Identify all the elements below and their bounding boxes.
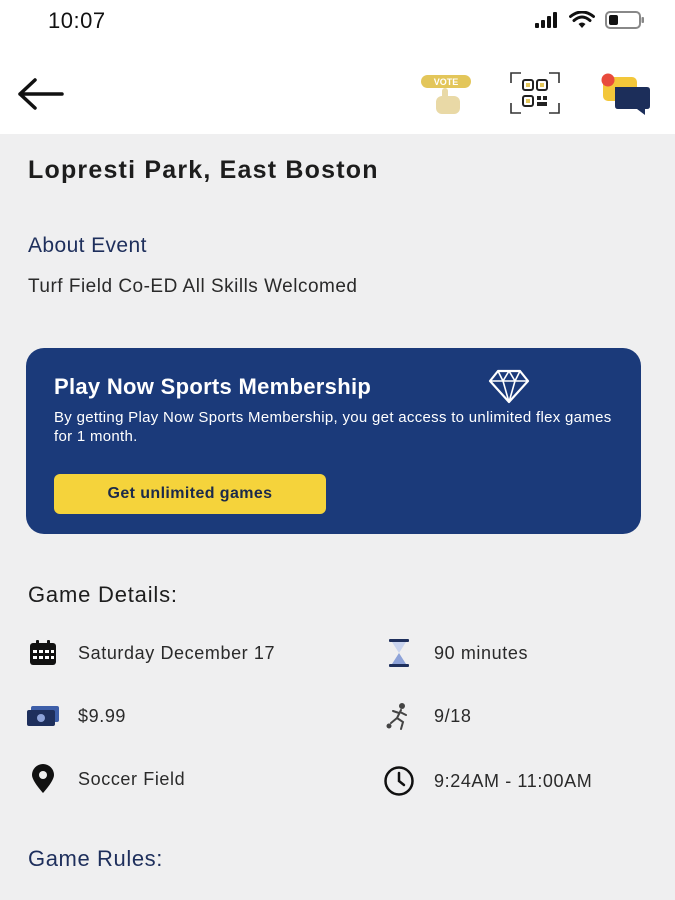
get-unlimited-games-button[interactable]: Get unlimited games	[54, 474, 326, 514]
vote-icon: VOTE	[421, 75, 471, 114]
status-icons	[535, 10, 645, 30]
about-heading: About Event	[28, 234, 147, 257]
back-button[interactable]	[14, 72, 66, 116]
qr-code-icon	[510, 72, 560, 114]
membership-title: Play Now Sports Membership	[54, 374, 372, 399]
vote-button[interactable]: VOTE	[416, 66, 476, 120]
detail-location-text: Soccer Field	[78, 768, 186, 789]
detail-duration-text: 90 minutes	[434, 642, 529, 663]
game-rules-heading: Game Rules:	[28, 846, 163, 871]
about-text: Turf Field Co-ED All Skills Welcomed	[28, 276, 358, 297]
hourglass-icon	[382, 636, 416, 670]
detail-time-text: 9:24AM - 11:00AM	[434, 770, 593, 791]
chat-icon	[601, 73, 650, 115]
detail-date: Saturday December 17	[26, 636, 275, 670]
cash-icon	[26, 699, 60, 733]
top-bar: 10:07 VOTE	[0, 0, 675, 134]
detail-price-text: $9.99	[78, 705, 127, 726]
chat-button[interactable]	[596, 66, 656, 120]
diamond-icon	[488, 369, 530, 404]
qr-code-button[interactable]	[505, 66, 565, 120]
player-kicking-icon	[382, 699, 416, 733]
detail-duration: 90 minutes	[382, 636, 528, 670]
detail-location: Soccer Field	[26, 762, 185, 796]
detail-price: $9.99	[26, 699, 126, 733]
wifi-icon	[569, 11, 595, 28]
calendar-icon	[26, 636, 60, 670]
venue-title: Lopresti Park, East Boston	[28, 156, 379, 184]
detail-date-text: Saturday December 17	[78, 642, 276, 663]
detail-time: 9:24AM - 11:00AM	[382, 764, 592, 798]
membership-card: Play Now Sports Membership By getting Pl…	[26, 348, 641, 534]
cellular-signal-icon	[535, 12, 557, 28]
vote-label: VOTE	[434, 77, 459, 87]
battery-icon	[605, 11, 644, 29]
arrow-left-icon	[18, 78, 64, 110]
location-pin-icon	[26, 762, 60, 796]
clock-icon	[382, 764, 416, 798]
status-time: 10:07	[48, 8, 106, 33]
game-details-heading: Game Details:	[28, 582, 178, 607]
membership-description: By getting Play Now Sports Membership, y…	[54, 409, 612, 445]
detail-players: 9/18	[382, 699, 471, 733]
detail-players-text: 9/18	[434, 705, 472, 726]
